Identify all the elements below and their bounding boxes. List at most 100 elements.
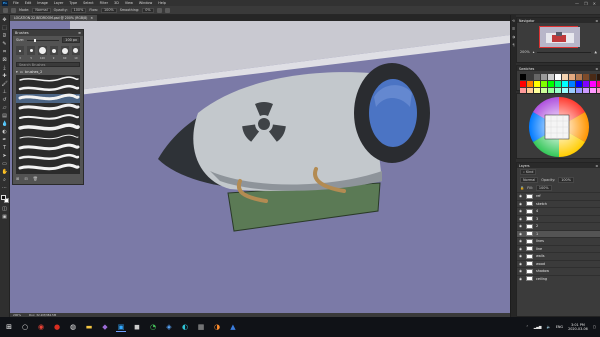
quick-mask-icon[interactable]: ◫	[2, 206, 8, 212]
language-indicator[interactable]: ENG	[556, 325, 563, 329]
eye-icon[interactable]: ◉	[519, 262, 523, 266]
zoom-slider[interactable]	[537, 51, 592, 53]
brush-preset-icon[interactable]	[11, 7, 16, 13]
color-swatch[interactable]	[562, 81, 568, 87]
eye-icon[interactable]: ◉	[519, 202, 523, 206]
layer-row[interactable]: ◉ walls	[517, 252, 600, 260]
type-tool-icon[interactable]: T	[2, 145, 8, 151]
trash-icon[interactable]: 🗑	[33, 176, 38, 181]
quick-select-tool-icon[interactable]: ✎	[2, 41, 8, 47]
brush-tip[interactable]	[60, 46, 69, 55]
color-swatch[interactable]	[541, 74, 547, 80]
layer-row[interactable]: ◉ lines	[517, 237, 600, 245]
dodge-tool-icon[interactable]: ◐	[2, 129, 8, 135]
menu-edit[interactable]: Edit	[22, 1, 35, 5]
layer-row[interactable]: ◉ line	[517, 244, 600, 253]
navigator-header[interactable]: Navigator ≡	[517, 18, 600, 23]
brush-tip[interactable]	[27, 46, 36, 55]
menu-select[interactable]: Select	[80, 1, 96, 5]
menu-filter[interactable]: Filter	[97, 1, 111, 5]
mode-select[interactable]: Normal	[32, 7, 51, 13]
app-cyan-icon[interactable]: ◐	[180, 322, 190, 332]
menu-type[interactable]: Type	[66, 1, 80, 5]
paragraph-icon[interactable]: ¶	[512, 43, 514, 47]
network-icon[interactable]: ▂▄▆	[534, 325, 542, 329]
layer-row[interactable]: ◉ wood	[517, 259, 600, 268]
maximize-button[interactable]: ❐	[584, 1, 588, 6]
zoom-out-icon[interactable]: ▴	[533, 50, 535, 54]
properties-icon[interactable]: ☰	[512, 27, 515, 31]
layer-row[interactable]: ◉ 4	[517, 207, 600, 215]
clock[interactable]: 3:01 PM 2020-03-06	[568, 323, 588, 332]
layer-fill-field[interactable]: 100%	[535, 185, 552, 191]
navigator-zoom-value[interactable]: 200%	[520, 50, 530, 54]
eye-icon[interactable]: ◉	[519, 224, 523, 228]
color-swatch[interactable]	[527, 74, 533, 80]
brush-size-slider[interactable]	[27, 38, 60, 42]
shape-tool-icon[interactable]: ▭	[2, 161, 8, 167]
layer-row[interactable]: ◉ 1	[517, 229, 600, 237]
app-orange-icon[interactable]: ◑	[212, 322, 222, 332]
layer-kind-filter[interactable]: ⌕ Kind	[520, 169, 537, 175]
layer-opacity-field[interactable]: 100%	[558, 177, 574, 183]
panel-menu-icon[interactable]: ≡	[595, 19, 598, 23]
minimize-button[interactable]: —	[575, 1, 579, 6]
panel-menu-icon[interactable]: ≡	[78, 31, 81, 35]
blend-mode-select[interactable]: Normal	[520, 177, 539, 183]
windows-start-icon[interactable]: ⊞	[4, 322, 14, 332]
move-tool-icon[interactable]: ✥	[2, 17, 8, 23]
settings-gear-icon[interactable]	[156, 7, 162, 13]
color-swatch[interactable]	[527, 81, 533, 87]
eye-icon[interactable]: ◉	[519, 217, 523, 221]
menu-3d[interactable]: 3D	[111, 1, 122, 5]
color-swatch[interactable]	[534, 74, 540, 80]
home-icon[interactable]	[3, 7, 8, 13]
brush-tip[interactable]	[38, 46, 47, 55]
layer-row[interactable]: ◉ shadow	[517, 267, 600, 275]
photoshop-logo[interactable]: Ps	[2, 0, 8, 6]
color-swatch[interactable]	[569, 81, 575, 87]
blur-tool-icon[interactable]: 💧	[2, 121, 8, 127]
brush-search-input[interactable]: Search Brushes	[16, 62, 80, 67]
menu-file[interactable]: File	[10, 1, 22, 5]
new-brush-icon[interactable]: ⊟	[24, 176, 27, 181]
screen-mode-icon[interactable]: ▣	[2, 214, 8, 220]
layer-row[interactable]: ◉ ceiling	[517, 274, 600, 283]
color-swatch[interactable]	[590, 74, 596, 80]
pen-tool-icon[interactable]: ✒	[2, 137, 8, 143]
app-dark-icon[interactable]: ◼	[132, 322, 142, 332]
close-button[interactable]: ✕	[593, 1, 596, 6]
eye-icon[interactable]: ◉	[519, 232, 523, 236]
color-swatch[interactable]	[569, 74, 575, 80]
tray-chevron-icon[interactable]: ⌃	[526, 325, 529, 329]
stamp-tool-icon[interactable]: ⊥	[2, 89, 8, 95]
brush-tip[interactable]	[49, 46, 58, 55]
app-blue-icon[interactable]: ◈	[164, 322, 174, 332]
color-swatch[interactable]	[534, 81, 540, 87]
eye-icon[interactable]: ◉	[519, 194, 523, 198]
eye-icon[interactable]: ◉	[519, 269, 523, 273]
color-swatch[interactable]	[555, 74, 561, 80]
color-swatch[interactable]	[541, 81, 547, 87]
color-picker[interactable]	[0, 195, 9, 204]
document-canvas[interactable]	[10, 21, 510, 313]
color-swatch[interactable]	[583, 81, 589, 87]
app-gray-icon[interactable]: ▦	[196, 322, 206, 332]
panel-menu-icon[interactable]: ≡	[595, 67, 598, 71]
eye-icon[interactable]: ◉	[519, 209, 523, 213]
layer-row[interactable]: ◉ 3	[517, 214, 600, 223]
eye-icon[interactable]: ◉	[519, 239, 523, 243]
history-icon[interactable]: ⟲	[512, 19, 515, 23]
layer-row[interactable]: ◉ ref	[517, 192, 600, 200]
menu-layer[interactable]: Layer	[51, 1, 66, 5]
hand-tool-icon[interactable]: ✋	[2, 169, 8, 175]
layer-row[interactable]: ◉ 2	[517, 222, 600, 230]
volume-icon[interactable]: 🔈	[547, 325, 551, 329]
brush-size-value[interactable]: 100 px	[62, 37, 80, 43]
color-swatch[interactable]	[520, 74, 526, 80]
menu-image[interactable]: Image	[34, 1, 51, 5]
path-select-tool-icon[interactable]: ➤	[2, 153, 8, 159]
smoothing-field[interactable]: 0%	[142, 7, 154, 13]
color-swatch[interactable]	[562, 74, 568, 80]
navigator-preview[interactable]	[539, 26, 580, 48]
